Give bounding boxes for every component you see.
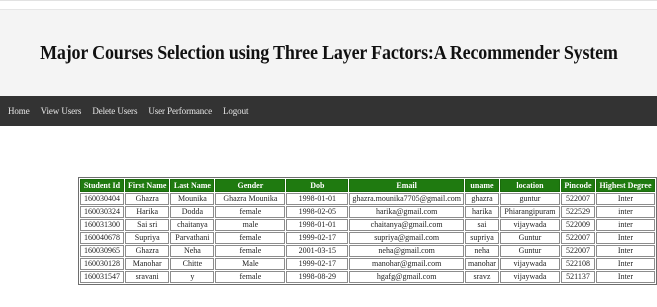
- cell-email: ghazra.mounika7705@gmail.com: [349, 193, 464, 205]
- page-title: Major Courses Selection using Three Laye…: [39, 42, 618, 64]
- cell-highest-degree: Inter: [595, 245, 655, 257]
- cell-highest-degree: Inter: [595, 232, 655, 244]
- cell-gender: Male: [215, 258, 286, 270]
- cell-highest-degree: inter: [595, 206, 655, 218]
- users-table-container: Student Id First Name Last Name Gender D…: [78, 177, 657, 285]
- cell-student-id: 160040678: [80, 232, 124, 244]
- cell-highest-degree: Inter: [595, 271, 655, 283]
- cell-location: vijaywada: [499, 219, 560, 231]
- cell-student-id: 160031547: [80, 271, 124, 283]
- table-header-row: Student Id First Name Last Name Gender D…: [80, 179, 655, 192]
- nav-logout[interactable]: Logout: [223, 106, 249, 116]
- nav-home[interactable]: Home: [8, 106, 30, 116]
- cell-student-id: 160031300: [80, 219, 124, 231]
- cell-dob: 1998-01-01: [286, 219, 349, 231]
- cell-dob: 1999-02-17: [286, 258, 349, 270]
- column-header-location: location: [499, 179, 560, 192]
- cell-first-name: Ghazra: [124, 245, 170, 257]
- cell-last-name: chaitanya: [170, 219, 215, 231]
- table-row: 160031547 sravani y female 1998-08-29 hg…: [80, 271, 655, 283]
- cell-pincode: 522007: [560, 245, 595, 257]
- cell-location: vijaywada: [499, 271, 560, 283]
- column-header-email: Email: [349, 179, 464, 192]
- cell-location: Phiarangipuram: [499, 206, 560, 218]
- table-row: 160030128 Manohar Chitte Male 1999-02-17…: [80, 258, 655, 270]
- cell-email: hgafg@gmail.com: [349, 271, 464, 283]
- cell-uname: sai: [464, 219, 499, 231]
- cell-first-name: Manohar: [124, 258, 170, 270]
- cell-highest-degree: Inter: [595, 193, 655, 205]
- cell-uname: manohar: [464, 258, 499, 270]
- column-header-uname: uname: [464, 179, 499, 192]
- table-row: 160031300 Sai sri chaitanya male 1998-01…: [80, 219, 655, 231]
- cell-email: neha@gmail.com: [349, 245, 464, 257]
- table-row: 160040678 Supriya Parvathani female 1999…: [80, 232, 655, 244]
- cell-gender: female: [215, 206, 286, 218]
- cell-gender: female: [215, 232, 286, 244]
- cell-pincode: 522108: [560, 258, 595, 270]
- cell-location: vijaywada: [499, 258, 560, 270]
- column-header-dob: Dob: [286, 179, 349, 192]
- cell-last-name: y: [170, 271, 215, 283]
- column-header-gender: Gender: [215, 179, 286, 192]
- cell-student-id: 160030965: [80, 245, 124, 257]
- cell-uname: supriya: [464, 232, 499, 244]
- nav-delete-users[interactable]: Delete Users: [92, 106, 137, 116]
- page-banner: Major Courses Selection using Three Laye…: [0, 9, 657, 98]
- cell-last-name: Chitte: [170, 258, 215, 270]
- column-header-pincode: Pincode: [560, 179, 595, 192]
- column-header-last-name: Last Name: [170, 179, 215, 192]
- users-table: Student Id First Name Last Name Gender D…: [78, 177, 657, 285]
- nav-user-performance[interactable]: User Performance: [148, 106, 212, 116]
- cell-student-id: 160030128: [80, 258, 124, 270]
- cell-email: supriya@gmail.com: [349, 232, 464, 244]
- cell-student-id: 160030324: [80, 206, 124, 218]
- main-navbar: Home View Users Delete Users User Perfor…: [0, 96, 657, 126]
- cell-gender: female: [215, 271, 286, 283]
- cell-pincode: 522529: [560, 206, 595, 218]
- cell-gender: female: [215, 245, 286, 257]
- cell-location: Guntur: [499, 245, 560, 257]
- cell-location: guntur: [499, 193, 560, 205]
- cell-last-name: Mounika: [170, 193, 215, 205]
- column-header-highest-degree: Highest Degree: [595, 179, 655, 192]
- column-header-student-id: Student Id: [80, 179, 124, 192]
- cell-first-name: Harika: [124, 206, 170, 218]
- cell-last-name: Neha: [170, 245, 215, 257]
- cell-gender: Ghazra Mounika: [215, 193, 286, 205]
- table-row: 160030404 Ghazra Mounika Ghazra Mounika …: [80, 193, 655, 205]
- cell-first-name: Supriya: [124, 232, 170, 244]
- table-row: 160030324 Harika Dodda female 1998-02-05…: [80, 206, 655, 218]
- cell-first-name: Sai sri: [124, 219, 170, 231]
- cell-email: harika@gmail.com: [349, 206, 464, 218]
- cell-last-name: Parvathani: [170, 232, 215, 244]
- cell-pincode: 521137: [560, 271, 595, 283]
- top-divider: [0, 0, 657, 1]
- cell-pincode: 522007: [560, 232, 595, 244]
- cell-uname: sravz: [464, 271, 499, 283]
- cell-email: manohar@gmail.com: [349, 258, 464, 270]
- cell-student-id: 160030404: [80, 193, 124, 205]
- cell-uname: neha: [464, 245, 499, 257]
- cell-dob: 1999-02-17: [286, 232, 349, 244]
- cell-email: chaitanya@gmail.com: [349, 219, 464, 231]
- cell-highest-degree: inter: [595, 219, 655, 231]
- cell-pincode: 522009: [560, 219, 595, 231]
- cell-dob: 1998-01-01: [286, 193, 349, 205]
- cell-gender: male: [215, 219, 286, 231]
- cell-highest-degree: Inter: [595, 258, 655, 270]
- column-header-first-name: First Name: [124, 179, 170, 192]
- nav-view-users[interactable]: View Users: [41, 106, 82, 116]
- cell-uname: ghazra: [464, 193, 499, 205]
- cell-dob: 1998-02-05: [286, 206, 349, 218]
- table-row: 160030965 Ghazra Neha female 2001-03-15 …: [80, 245, 655, 257]
- cell-uname: harika: [464, 206, 499, 218]
- cell-dob: 1998-08-29: [286, 271, 349, 283]
- cell-location: Guntur: [499, 232, 560, 244]
- cell-dob: 2001-03-15: [286, 245, 349, 257]
- cell-pincode: 522007: [560, 193, 595, 205]
- cell-last-name: Dodda: [170, 206, 215, 218]
- cell-first-name: Ghazra: [124, 193, 170, 205]
- cell-first-name: sravani: [124, 271, 170, 283]
